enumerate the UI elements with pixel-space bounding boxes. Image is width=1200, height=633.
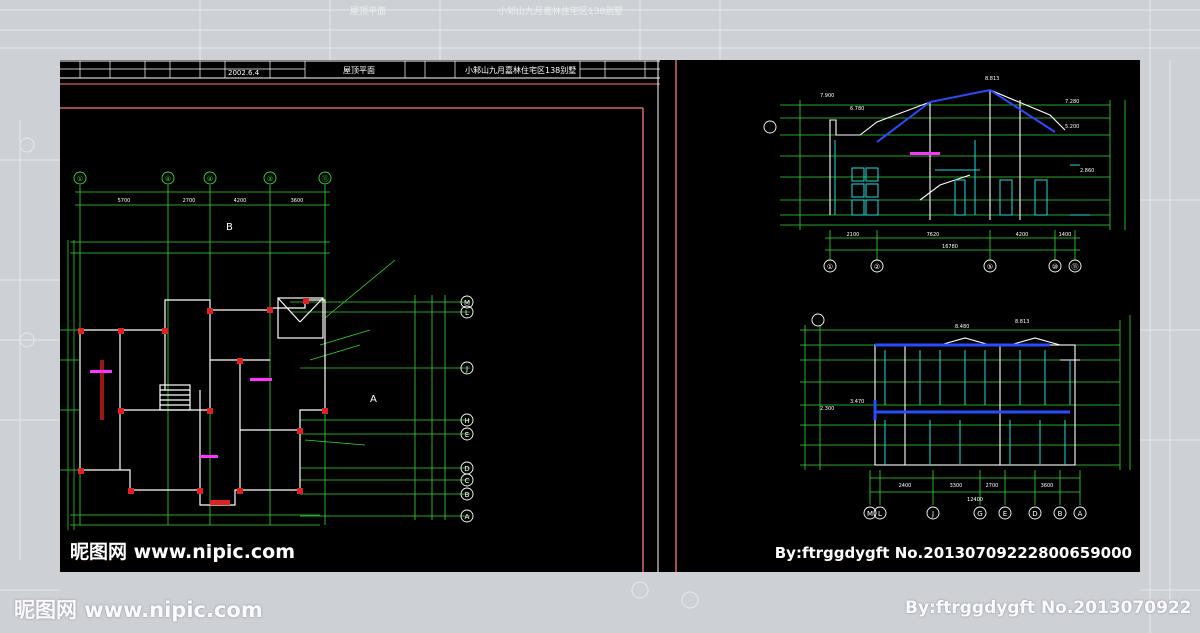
drawing-frame — [60, 60, 677, 572]
elev-bottom-axis-7: B — [1058, 510, 1063, 518]
elev-top-dim-1: 2100 — [847, 232, 860, 238]
elev-top-level-2: 7.900 — [820, 93, 834, 99]
elev-top-level-6: 2.860 — [1080, 168, 1094, 174]
elev-bottom-axis-3: J — [931, 510, 934, 518]
plan-axis-right-2: L — [465, 309, 469, 317]
elev-bottom-axis-8: A — [1078, 510, 1083, 518]
elev-bottom-axis-6: D — [1032, 510, 1037, 518]
elevation-bottom: 8.813 8.480 2.300 3.470 M L J G E D B A — [800, 313, 1131, 520]
plan-dim-1: 5700 — [118, 198, 131, 204]
elev-bottom-dim-2: 3300 — [950, 483, 963, 489]
elevation-top: 8.813 7.900 7.280 6.780 5.200 2.860 ① ② … — [763, 76, 1126, 273]
elev-top-axis-2: ② — [874, 263, 880, 271]
plan-axis-top-2: ④ — [165, 175, 171, 183]
elev-top-dim-5: 16780 — [942, 244, 958, 250]
title-block: 2002.6.4 屋顶平面 小邾山九月嘉林住宅区138别墅 — [60, 60, 660, 85]
plan-axis-right-3: J — [465, 365, 468, 373]
watermark-outer-left: 昵图网 www.nipic.com — [14, 598, 263, 622]
elev-top-level-3: 7.280 — [1065, 99, 1079, 105]
elev-top-dim-2: 7620 — [927, 232, 940, 238]
elev-top-dim-3: 4200 — [1016, 232, 1029, 238]
elev-top-level-1: 8.813 — [985, 76, 999, 82]
section-mark-a: A — [370, 394, 377, 405]
plan-columns — [78, 298, 328, 505]
elev-bottom-dim-1: 2400 — [899, 483, 912, 489]
plan-axis-right-6: D — [464, 465, 469, 473]
plan-axis-top-1: ① — [77, 175, 83, 183]
elev-bottom-level-4: 3.470 — [850, 399, 864, 405]
elev-bottom-axis-1: M — [867, 510, 873, 518]
elev-bottom-axis-4: G — [977, 510, 982, 518]
plan-axis-right-8: B — [465, 491, 470, 499]
plan-axis-right-1: M — [464, 299, 470, 307]
elev-bottom-level-1: 8.813 — [1015, 319, 1029, 325]
roof-floor-plan: ① ④ ④ ③ ⑪ 5700 2700 4200 3600 M L J H E … — [60, 171, 474, 530]
cad-drawing-panel: 2002.6.4 屋顶平面 小邾山九月嘉林住宅区138别墅 ① ④ ④ ③ ⑪ … — [60, 60, 1140, 572]
svg-text:屋顶平面: 屋顶平面 — [350, 6, 386, 17]
plan-dim-3: 4200 — [234, 198, 247, 204]
elev-top-dim-4: 1400 — [1059, 232, 1072, 238]
title-project-name: 小邾山九月嘉林住宅区138别墅 — [465, 65, 576, 75]
plan-axis-right-5: E — [465, 431, 469, 439]
elev-bottom-dim-3: 2700 — [986, 483, 999, 489]
plan-axis-right-7: C — [465, 477, 470, 485]
elev-bottom-dim-4: 3600 — [1041, 483, 1054, 489]
elev-top-axis-3: ⑤ — [987, 263, 993, 271]
plan-dim-4: 3600 — [291, 198, 304, 204]
elev-top-axis-4: ⑩ — [1052, 263, 1058, 271]
elev-bottom-axis-5: E — [1003, 510, 1007, 518]
plan-axis-right-9: A — [465, 513, 470, 521]
elev-top-level-5: 5.200 — [1065, 124, 1079, 130]
title-date: 2002.6.4 — [228, 69, 260, 77]
elev-bottom-level-2: 8.480 — [955, 324, 969, 330]
cad-canvas: 2002.6.4 屋顶平面 小邾山九月嘉林住宅区138别墅 ① ④ ④ ③ ⑪ … — [60, 60, 1131, 572]
elev-top-level-4: 6.780 — [850, 106, 864, 112]
elev-bottom-level-3: 2.300 — [820, 406, 834, 412]
plan-axis-top-4: ③ — [267, 175, 273, 183]
elev-top-axis-5: ⑪ — [1072, 263, 1079, 271]
watermark-site-left: 昵图网 www.nipic.com — [70, 541, 296, 563]
plan-axis-top-5: ⑪ — [322, 175, 329, 183]
elev-bottom-dim-5: 12400 — [967, 497, 983, 503]
plan-dim-2: 2700 — [183, 198, 196, 204]
elev-bottom-axis-2: L — [878, 510, 882, 518]
svg-text:小邾山九月嘉林住宅区138别墅: 小邾山九月嘉林住宅区138别墅 — [498, 5, 623, 17]
plan-axis-top-3: ④ — [207, 175, 213, 183]
elev-top-axis-1: ① — [827, 263, 833, 271]
watermark-credit-right: By:ftrggdygft No.20130709222800659000 — [774, 544, 1132, 562]
section-mark-b: B — [226, 222, 233, 233]
watermark-outer-right: By:ftrggdygft No.2013070922 — [905, 598, 1192, 618]
title-drawing-name: 屋顶平面 — [343, 66, 375, 75]
plan-axis-right-4: H — [464, 417, 469, 425]
